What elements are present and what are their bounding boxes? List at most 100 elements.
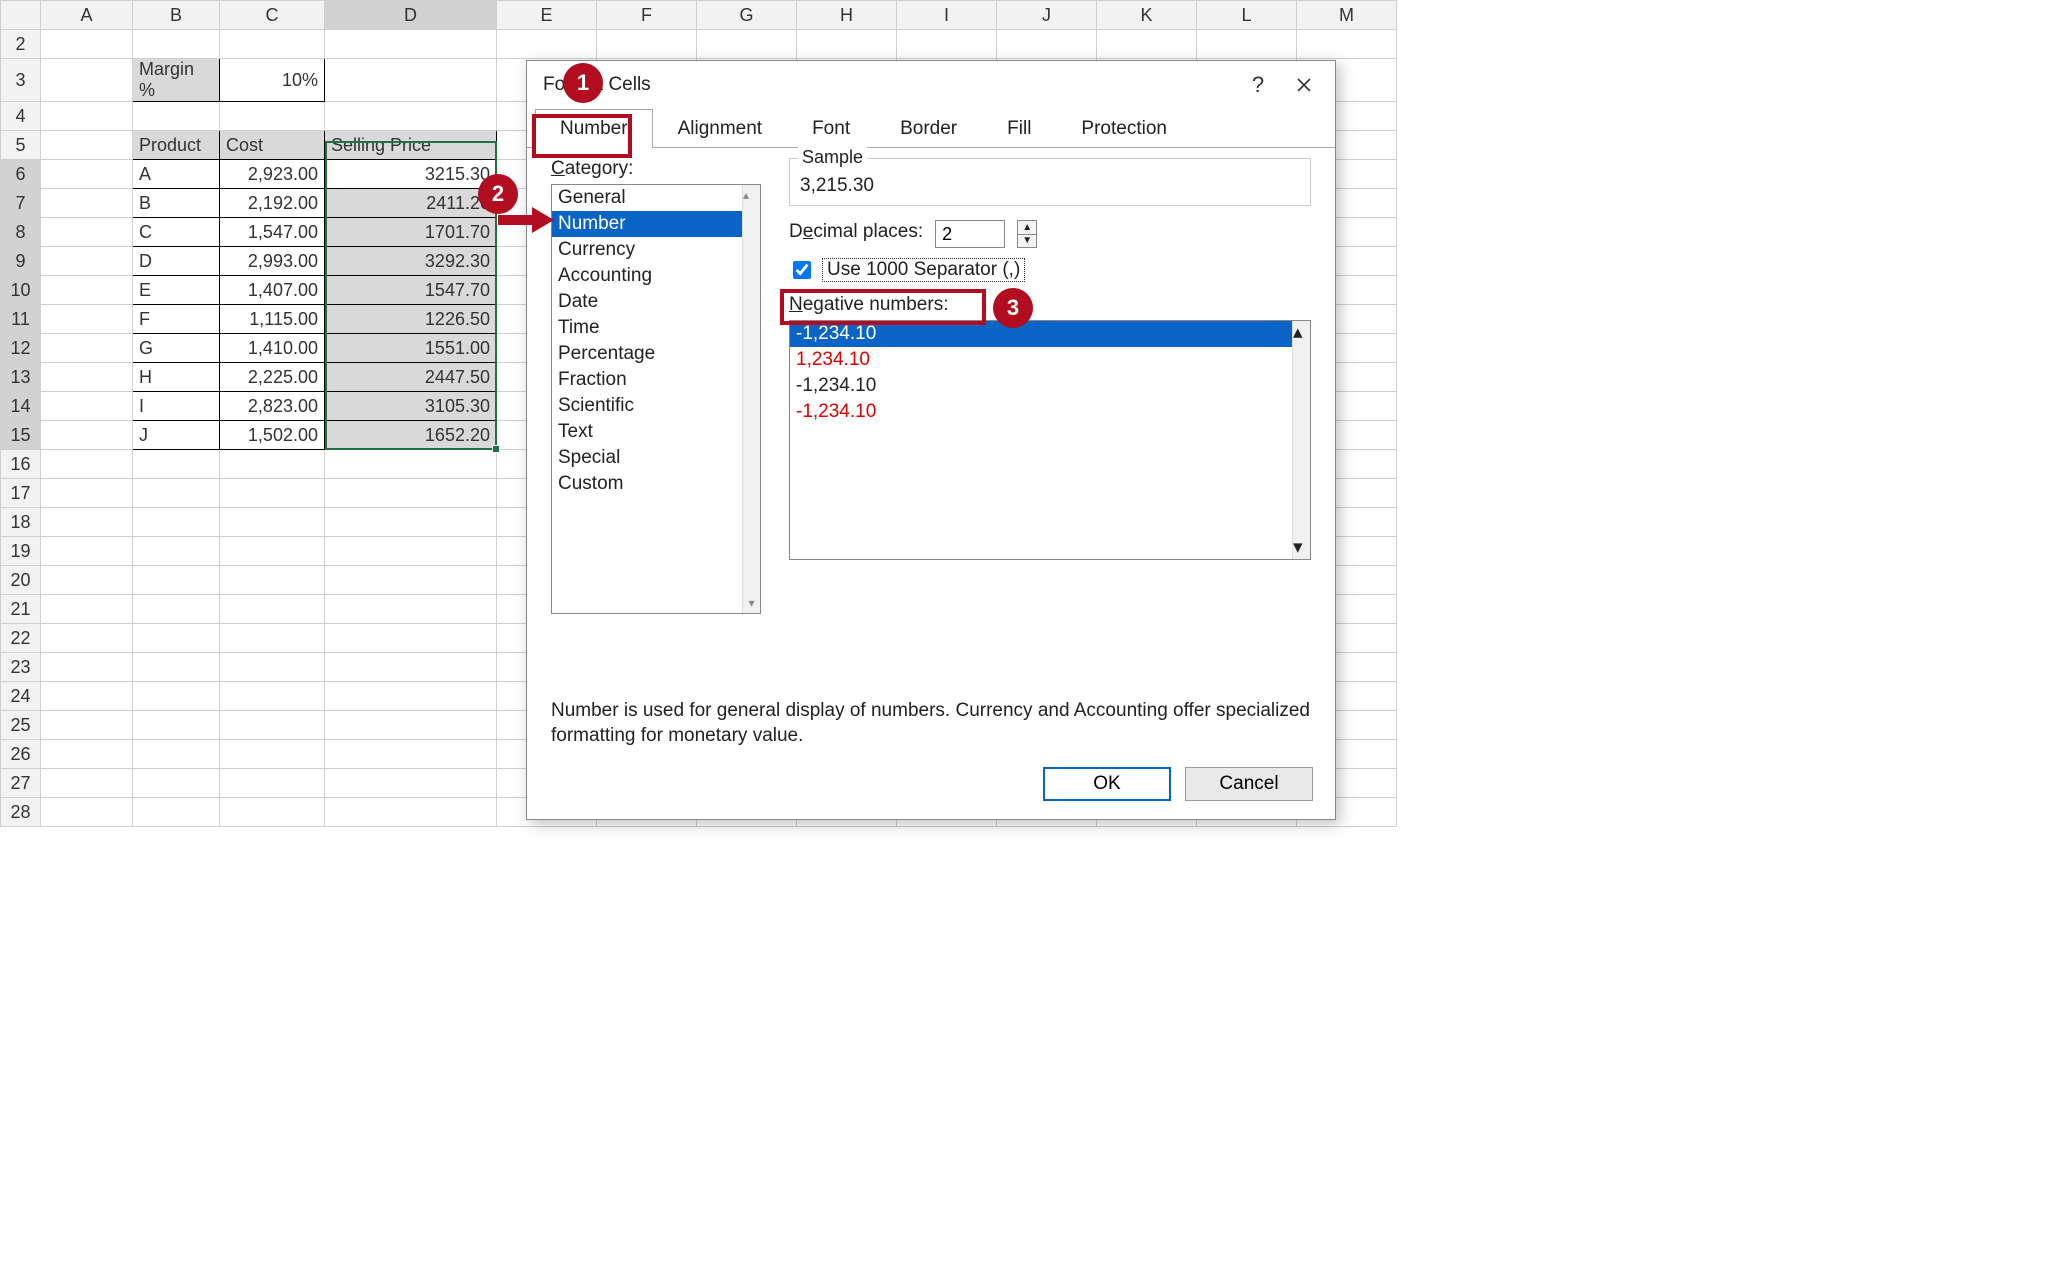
cell[interactable] [325, 537, 497, 566]
cell[interactable]: 1,410.00 [220, 334, 325, 363]
cell[interactable] [220, 479, 325, 508]
cell[interactable] [220, 653, 325, 682]
cell[interactable] [41, 276, 133, 305]
cell[interactable] [41, 30, 133, 59]
cell[interactable] [41, 711, 133, 740]
cell[interactable] [41, 421, 133, 450]
cell[interactable] [220, 508, 325, 537]
row-header[interactable]: 12 [1, 334, 41, 363]
negative-numbers-listbox[interactable]: -1,234.101,234.10-1,234.10-1,234.10 ▴ ▾ [789, 320, 1311, 560]
column-header[interactable]: D [325, 1, 497, 30]
row-header[interactable]: 11 [1, 305, 41, 334]
cell[interactable]: C [133, 218, 220, 247]
tab-font[interactable]: Font [787, 109, 875, 148]
cell[interactable]: 1,547.00 [220, 218, 325, 247]
spinner-up-icon[interactable]: ▲ [1018, 221, 1036, 235]
column-header[interactable]: E [497, 1, 597, 30]
cell[interactable]: 1,407.00 [220, 276, 325, 305]
column-header[interactable]: M [1297, 1, 1397, 30]
cell[interactable] [220, 682, 325, 711]
category-item[interactable]: Accounting [552, 263, 760, 289]
cell[interactable] [325, 450, 497, 479]
row-header[interactable]: 21 [1, 595, 41, 624]
cell[interactable] [133, 566, 220, 595]
cell[interactable]: 1547.70 [325, 276, 497, 305]
cell[interactable]: E [133, 276, 220, 305]
row-header[interactable]: 22 [1, 624, 41, 653]
column-header[interactable]: C [220, 1, 325, 30]
cell[interactable]: 1652.20 [325, 421, 497, 450]
category-item[interactable]: General [552, 185, 760, 211]
spinner-down-icon[interactable]: ▼ [1018, 235, 1036, 248]
cell[interactable] [325, 102, 497, 131]
cell[interactable] [220, 566, 325, 595]
cell[interactable] [41, 305, 133, 334]
cell[interactable] [133, 30, 220, 59]
row-header[interactable]: 23 [1, 653, 41, 682]
cell[interactable] [133, 595, 220, 624]
category-item[interactable]: Percentage [552, 341, 760, 367]
column-header[interactable]: G [697, 1, 797, 30]
negative-format-item[interactable]: -1,234.10 [790, 399, 1310, 425]
category-item[interactable]: Currency [552, 237, 760, 263]
category-item[interactable]: Special [552, 445, 760, 471]
cell[interactable] [220, 798, 325, 827]
column-header[interactable]: F [597, 1, 697, 30]
row-header[interactable]: 20 [1, 566, 41, 595]
category-item[interactable]: Custom [552, 471, 760, 497]
tab-border[interactable]: Border [875, 109, 982, 148]
cell[interactable]: J [133, 421, 220, 450]
column-header[interactable]: L [1197, 1, 1297, 30]
cell[interactable] [220, 624, 325, 653]
cell[interactable] [325, 508, 497, 537]
cell[interactable] [797, 30, 897, 59]
decimal-places-spinner[interactable]: ▲ ▼ [1017, 220, 1037, 248]
cell[interactable] [133, 653, 220, 682]
row-header[interactable]: 5 [1, 131, 41, 160]
negative-format-item[interactable]: -1,234.10 [790, 321, 1310, 347]
tab-alignment[interactable]: Alignment [653, 109, 788, 148]
cell[interactable]: F [133, 305, 220, 334]
cell[interactable] [325, 769, 497, 798]
cell[interactable] [41, 566, 133, 595]
listbox-scrollbar[interactable]: ▴ ▾ [1292, 321, 1310, 559]
cell[interactable] [41, 682, 133, 711]
cell[interactable]: A [133, 160, 220, 189]
cell[interactable]: 2,823.00 [220, 392, 325, 421]
cell[interactable]: 2,993.00 [220, 247, 325, 276]
row-header[interactable]: 8 [1, 218, 41, 247]
row-header[interactable]: 7 [1, 189, 41, 218]
cell[interactable]: 1,115.00 [220, 305, 325, 334]
cell[interactable] [325, 595, 497, 624]
cell[interactable]: 2411.20 [325, 189, 497, 218]
cell[interactable]: 1701.70 [325, 218, 497, 247]
row-header[interactable]: 25 [1, 711, 41, 740]
cell[interactable]: 3215.30 [325, 160, 497, 189]
cell[interactable]: 2,192.00 [220, 189, 325, 218]
cell[interactable] [697, 30, 797, 59]
cell[interactable]: 2447.50 [325, 363, 497, 392]
row-header[interactable]: 27 [1, 769, 41, 798]
cell[interactable] [133, 102, 220, 131]
cell[interactable] [220, 450, 325, 479]
row-header[interactable]: 28 [1, 798, 41, 827]
cell[interactable]: D [133, 247, 220, 276]
row-header[interactable]: 2 [1, 30, 41, 59]
cell[interactable]: 1226.50 [325, 305, 497, 334]
cell[interactable] [220, 537, 325, 566]
cell[interactable] [41, 595, 133, 624]
cell[interactable]: Cost [220, 131, 325, 160]
negative-format-item[interactable]: 1,234.10 [790, 347, 1310, 373]
column-header[interactable]: B [133, 1, 220, 30]
selection-fill-handle[interactable] [492, 445, 500, 453]
cell[interactable] [1297, 30, 1397, 59]
close-button[interactable] [1281, 67, 1327, 103]
decimal-places-input[interactable] [935, 220, 1005, 248]
row-header[interactable]: 3 [1, 59, 41, 102]
cell[interactable] [597, 30, 697, 59]
cell[interactable] [133, 508, 220, 537]
cell[interactable] [41, 798, 133, 827]
cell[interactable] [997, 30, 1097, 59]
cell[interactable]: 10% [220, 59, 325, 102]
cancel-button[interactable]: Cancel [1185, 767, 1313, 801]
